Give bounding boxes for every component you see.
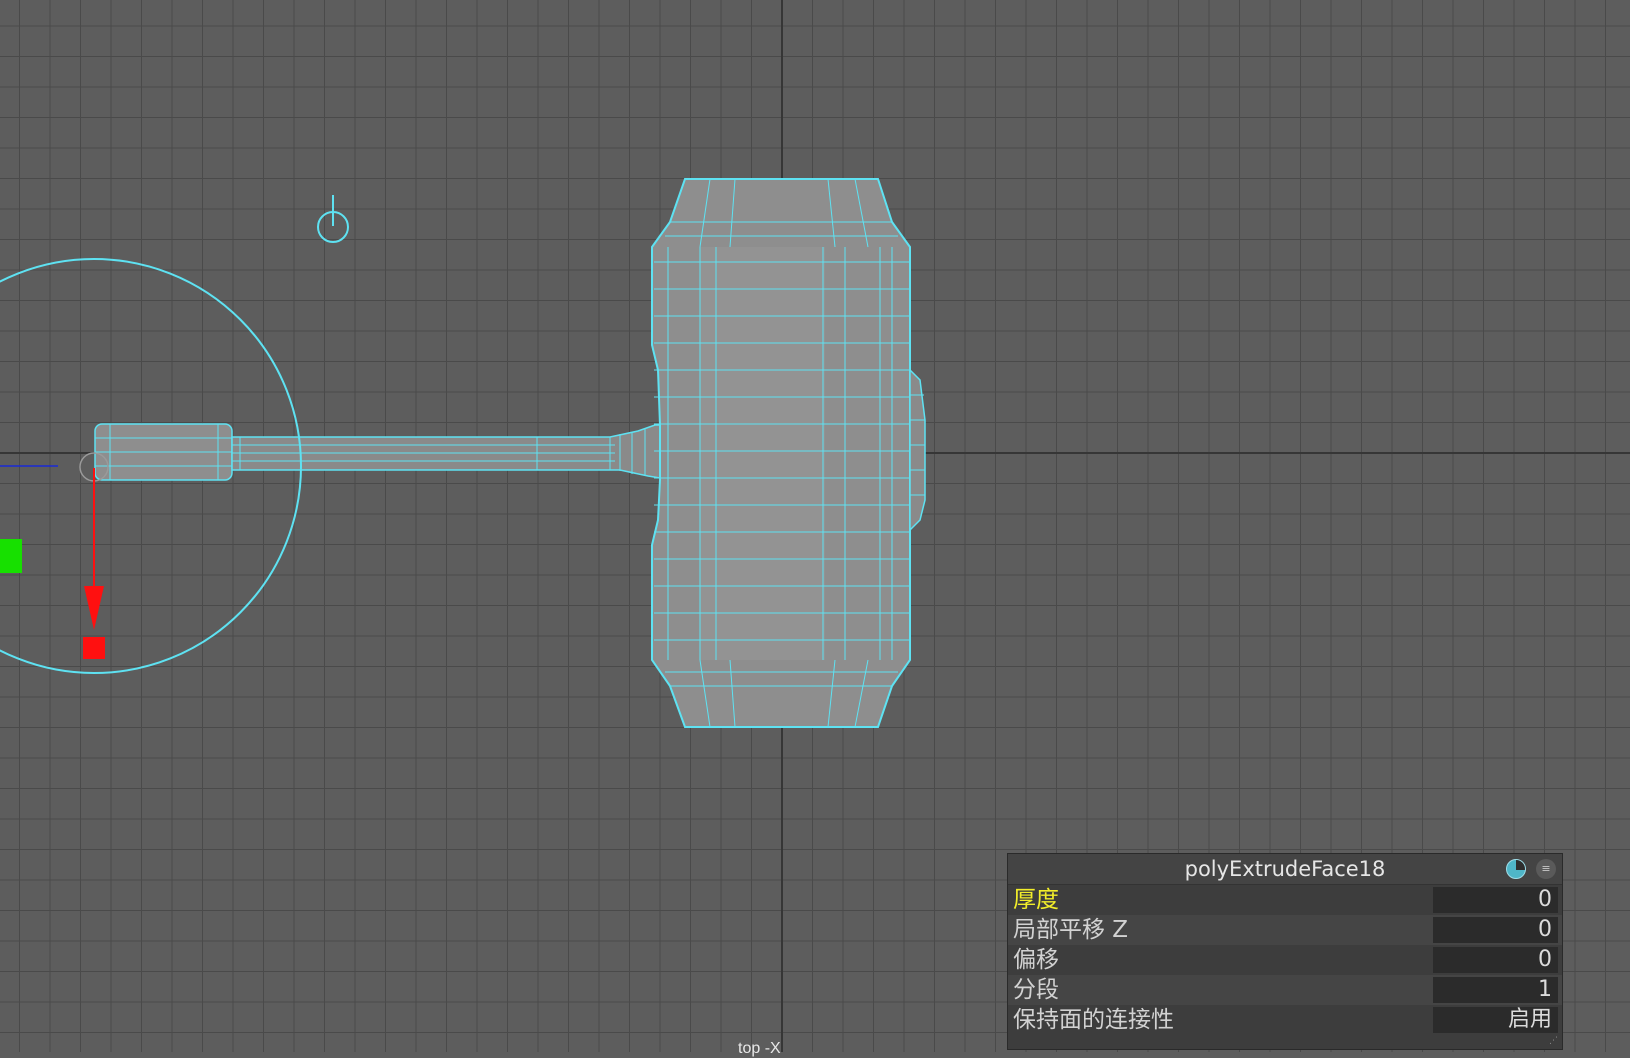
attribute-label: 厚度 bbox=[1013, 887, 1059, 913]
x-axis-arrow-icon[interactable] bbox=[84, 586, 104, 630]
attribute-row-offset[interactable]: 偏移 0 bbox=[1008, 945, 1562, 975]
attribute-label: 保持面的连接性 bbox=[1013, 1007, 1174, 1033]
attribute-value-field[interactable]: 0 bbox=[1433, 947, 1558, 973]
attribute-row-divisions[interactable]: 分段 1 bbox=[1008, 975, 1562, 1005]
attribute-value-field[interactable]: 1 bbox=[1433, 977, 1558, 1003]
attribute-value-field[interactable]: 0 bbox=[1433, 917, 1558, 943]
y-axis-scale-box[interactable] bbox=[0, 539, 22, 573]
attribute-label: 偏移 bbox=[1013, 947, 1059, 973]
resize-grip-icon[interactable]: ⋰ bbox=[1549, 1036, 1559, 1046]
node-title: polyExtrudeFace18 bbox=[1184, 857, 1386, 881]
attribute-row-thickness[interactable]: 厚度 0 bbox=[1008, 885, 1562, 915]
attribute-value-field[interactable]: 启用 bbox=[1433, 1007, 1558, 1033]
attribute-row-local-translate-z[interactable]: 局部平移 Z 0 bbox=[1008, 915, 1562, 945]
in-view-editor-panel[interactable]: polyExtrudeFace18 ≡ 厚度 0 局部平移 Z 0 偏移 0 分… bbox=[1007, 853, 1563, 1050]
attribute-value-field[interactable]: 0 bbox=[1433, 887, 1558, 913]
channel-box-icon[interactable] bbox=[1506, 859, 1526, 879]
attribute-label: 局部平移 Z bbox=[1013, 917, 1129, 943]
pivot-icon[interactable] bbox=[317, 195, 349, 243]
hud-header: polyExtrudeFace18 ≡ bbox=[1008, 854, 1562, 885]
camera-label: top -X bbox=[738, 1040, 781, 1057]
attribute-label: 分段 bbox=[1013, 977, 1059, 1003]
attribute-row-keep-faces-together[interactable]: 保持面的连接性 启用 bbox=[1008, 1005, 1562, 1035]
hammer-handle[interactable] bbox=[94, 423, 661, 481]
x-axis-scale-box[interactable] bbox=[83, 637, 105, 659]
attribute-list: 厚度 0 局部平移 Z 0 偏移 0 分段 1 保持面的连接性 启用 bbox=[1008, 885, 1562, 1035]
hammer-head[interactable] bbox=[651, 178, 926, 728]
hud-menu-icon[interactable]: ≡ bbox=[1536, 859, 1556, 879]
hammer-mesh[interactable] bbox=[94, 178, 926, 728]
